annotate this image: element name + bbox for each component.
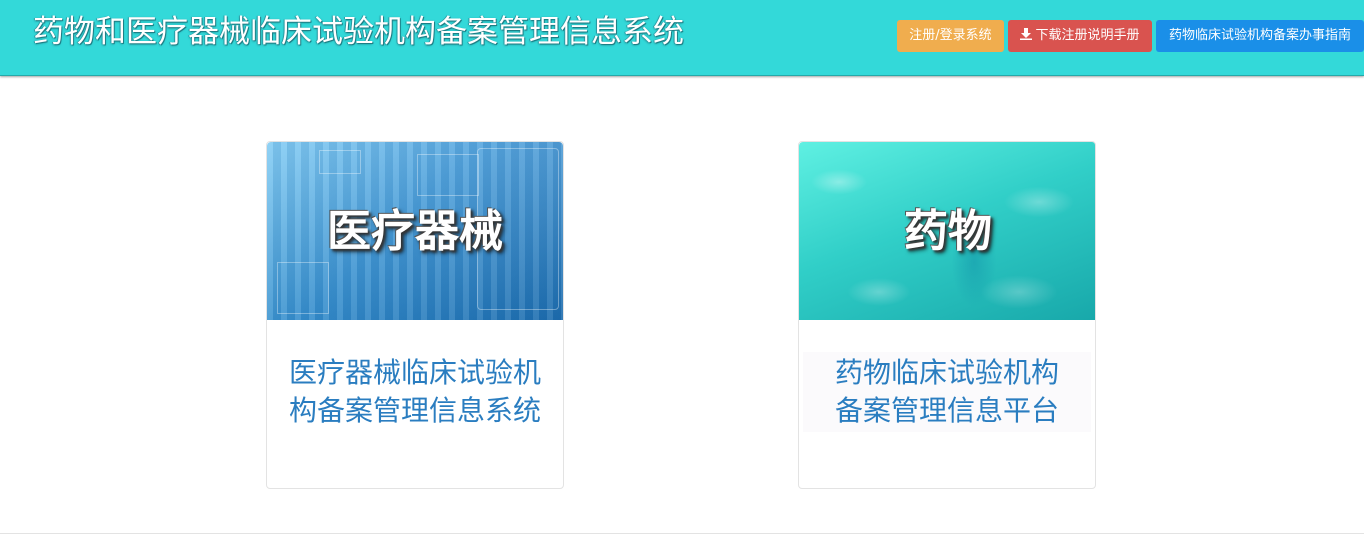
medical-device-banner[interactable]: 医疗器械 (267, 142, 563, 320)
medical-device-banner-text: 医疗器械 (327, 206, 503, 257)
equipment-decor (417, 154, 479, 196)
medical-device-card[interactable]: 医疗器械 医疗器械临床试验机 构备案管理信息系统 (266, 141, 564, 489)
title-line: 构备案管理信息系统 (288, 394, 541, 427)
medical-device-system-title[interactable]: 医疗器械临床试验机 构备案管理信息系统 (271, 354, 559, 430)
filing-guide-button[interactable]: 药物临床试验机构备案办事指南 (1156, 20, 1364, 52)
drug-platform-title[interactable]: 药物临床试验机构 备案管理信息平台 (803, 352, 1091, 432)
title-line: 备案管理信息平台 (834, 394, 1059, 427)
drug-banner-text: 药物 (904, 206, 992, 257)
top-header: 药物和医疗器械临床试验机构备案管理信息系统 注册/登录系统 下载注册说明手册 药… (0, 0, 1364, 76)
title-line: 医疗器械临床试验机 (288, 356, 541, 389)
register-login-button[interactable]: 注册/登录系统 (897, 20, 1004, 52)
filing-guide-label: 药物临床试验机构备案办事指南 (1168, 28, 1351, 43)
footer-divider (0, 533, 1364, 534)
equipment-decor (319, 150, 361, 174)
download-manual-label: 下载注册说明手册 (1035, 28, 1140, 43)
register-login-label: 注册/登录系统 (909, 28, 992, 43)
site-title: 药物和医疗器械临床试验机构备案管理信息系统 (33, 14, 684, 50)
download-manual-button[interactable]: 下载注册说明手册 (1008, 20, 1152, 52)
drug-card[interactable]: 药物 药物临床试验机构 备案管理信息平台 (798, 141, 1096, 489)
drug-banner[interactable]: 药物 (799, 142, 1095, 320)
download-icon (1020, 28, 1033, 40)
title-line: 药物临床试验机构 (834, 356, 1059, 389)
equipment-decor (277, 262, 329, 314)
